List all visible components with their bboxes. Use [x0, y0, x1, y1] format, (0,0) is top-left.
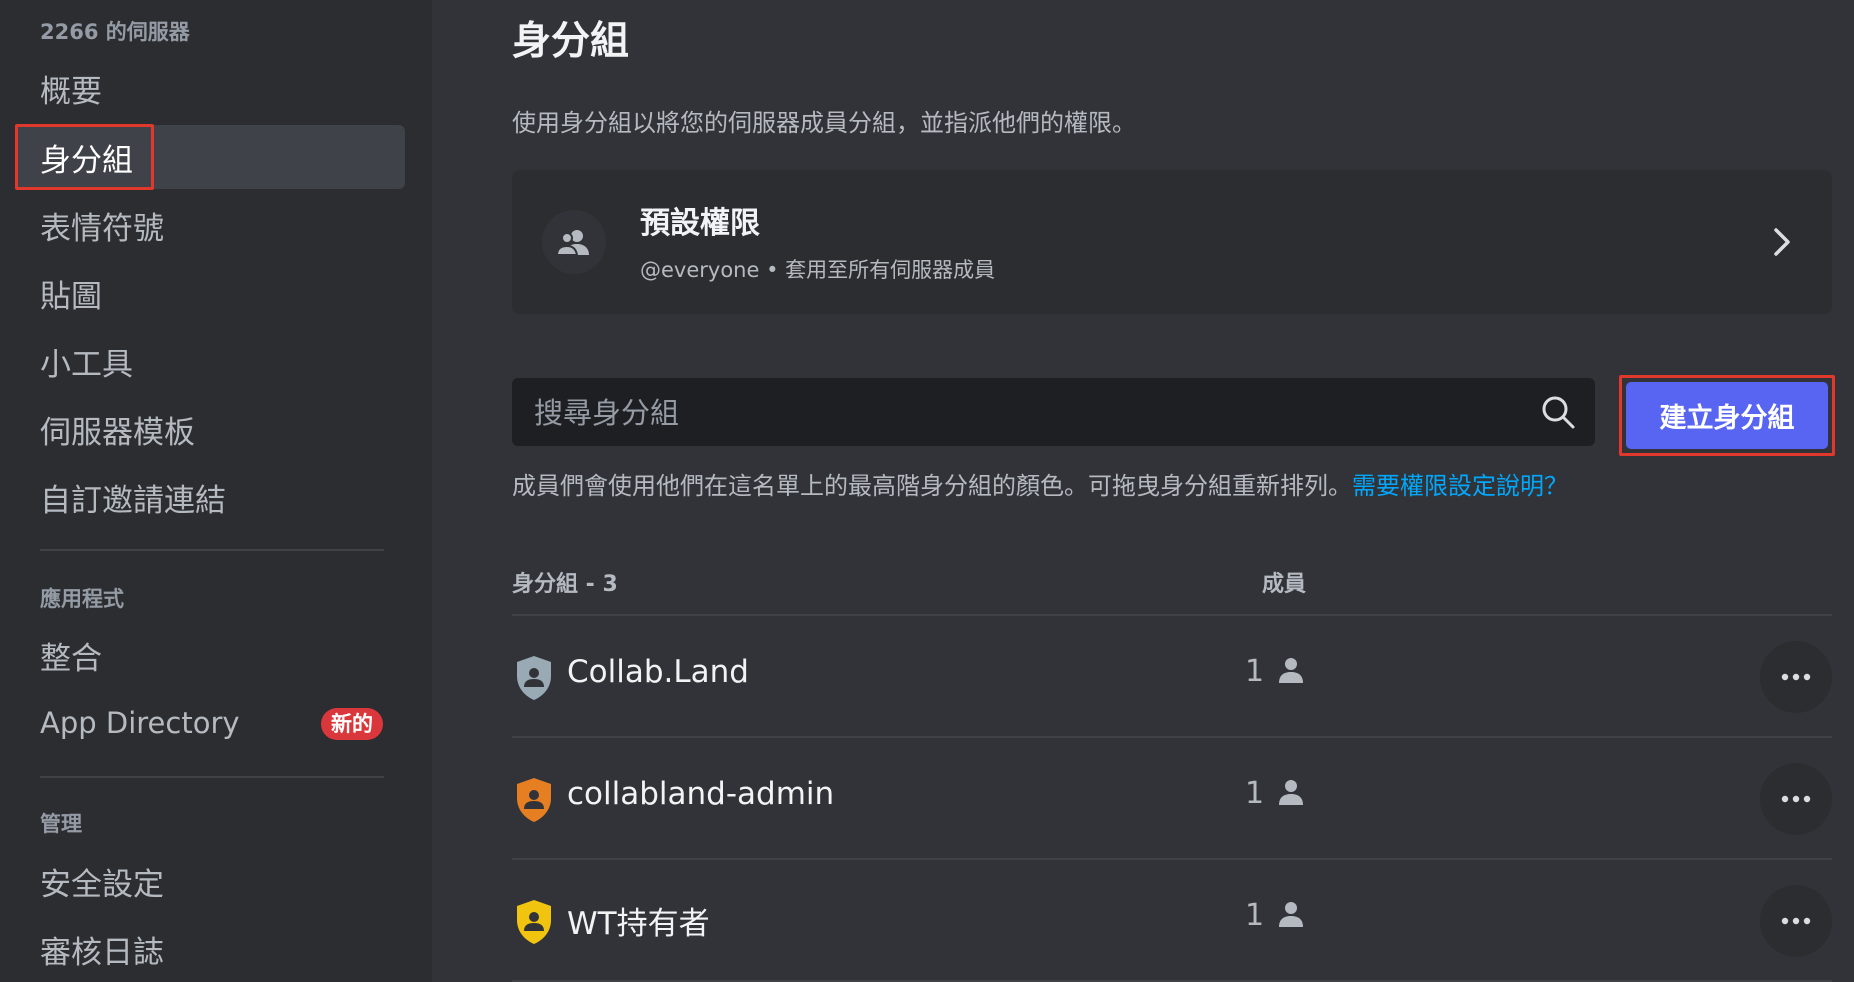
highlight-box	[15, 124, 154, 190]
role-search-box	[512, 378, 1595, 448]
role-name: Collab.Land	[567, 654, 749, 690]
sidebar-divider	[40, 549, 384, 551]
settings-sidebar: 2266 的伺服器 概要 身分組 表情符號 貼圖 小工具 伺服器模板 自訂邀請連…	[0, 0, 432, 982]
more-options-button[interactable]	[1760, 885, 1832, 957]
shield-icon	[514, 654, 554, 706]
sidebar-item-integrations[interactable]: 整合	[15, 623, 405, 687]
permissions-help-link[interactable]: 需要權限設定說明？	[1352, 472, 1568, 500]
default-permissions-card[interactable]: 預設權限 @everyone • 套用至所有伺服器成員	[512, 170, 1832, 314]
sidebar-item-server-template[interactable]: 伺服器模板	[15, 397, 405, 461]
page-title: 身分組	[512, 19, 630, 64]
person-icon	[1277, 778, 1305, 810]
sidebar-item-audit-log[interactable]: 審核日誌	[15, 917, 405, 981]
role-name: WT持有者	[567, 906, 710, 942]
role-name: collabland-admin	[567, 776, 835, 812]
sidebar-item-label: 小工具	[40, 346, 133, 383]
sidebar-item-vanity-url[interactable]: 自訂邀請連結	[15, 465, 405, 529]
sidebar-item-label: 貼圖	[40, 278, 102, 315]
table-row[interactable]: Collab.Land 1	[512, 616, 1832, 738]
people-icon	[542, 210, 606, 274]
table-row[interactable]: WT持有者 1	[512, 860, 1832, 982]
apps-section-header: 應用程式	[40, 587, 124, 611]
sidebar-item-label: 表情符號	[40, 210, 164, 247]
sidebar-item-label: 整合	[40, 640, 102, 677]
sidebar-item-label: 安全設定	[40, 866, 164, 903]
sidebar-item-safety-setup[interactable]: 安全設定	[15, 849, 405, 913]
ellipsis-icon	[1781, 673, 1811, 681]
hint-text: 成員們會使用他們在這名單上的最高階身分組的顏色。可拖曳身分組重新排列。	[512, 472, 1352, 500]
more-options-button[interactable]	[1760, 641, 1832, 713]
sidebar-item-app-directory[interactable]: App Directory 新的	[15, 691, 405, 755]
highlight-box: 建立身分組	[1619, 375, 1835, 456]
person-icon	[1277, 900, 1305, 932]
table-row[interactable]: collabland-admin 1	[512, 738, 1832, 860]
ellipsis-icon	[1781, 795, 1811, 803]
shield-icon	[514, 898, 554, 950]
manage-section-header: 管理	[40, 812, 82, 836]
sidebar-item-label: 審核日誌	[40, 934, 164, 971]
ellipsis-icon	[1781, 917, 1811, 925]
page-description: 使用身分組以將您的伺服器成員分組，並指派他們的權限。	[512, 109, 1136, 137]
sidebar-item-label: 伺服器模板	[40, 414, 195, 451]
member-count: 1	[1245, 776, 1265, 811]
sidebar-item-label: 概要	[40, 73, 102, 110]
role-color-hint: 成員們會使用他們在這名單上的最高階身分組的顏色。可拖曳身分組重新排列。需要權限設…	[512, 466, 1568, 501]
default-permissions-subtitle: @everyone • 套用至所有伺服器成員	[640, 258, 996, 282]
sidebar-item-label: 自訂邀請連結	[40, 482, 226, 519]
more-options-button[interactable]	[1760, 763, 1832, 835]
member-count: 1	[1245, 898, 1265, 933]
search-input[interactable]	[532, 378, 1496, 448]
create-role-button[interactable]: 建立身分組	[1626, 382, 1828, 449]
server-name-header: 2266 的伺服器	[40, 20, 190, 44]
chevron-right-icon	[1772, 226, 1792, 262]
sidebar-item-stickers[interactable]: 貼圖	[15, 261, 405, 325]
sidebar-divider	[40, 776, 384, 778]
search-icon	[1541, 395, 1575, 433]
person-icon	[1277, 656, 1305, 688]
sidebar-item-emoji[interactable]: 表情符號	[15, 193, 405, 257]
members-column-header: 成員	[1262, 572, 1307, 597]
roles-column-header: 身分組 - 3	[512, 572, 618, 597]
sidebar-item-widget[interactable]: 小工具	[15, 329, 405, 393]
sidebar-item-roles[interactable]: 身分組	[15, 124, 405, 190]
roles-settings-panel: 身分組 使用身分組以將您的伺服器成員分組，並指派他們的權限。 預設權限 @eve…	[432, 0, 1854, 982]
default-permissions-title: 預設權限	[640, 206, 760, 241]
member-count: 1	[1245, 654, 1265, 689]
sidebar-item-label: App Directory	[40, 706, 240, 740]
shield-icon	[514, 776, 554, 828]
roles-table-header: 身分組 - 3 成員	[512, 566, 1832, 616]
new-badge: 新的	[321, 708, 383, 740]
sidebar-item-overview[interactable]: 概要	[15, 56, 405, 120]
